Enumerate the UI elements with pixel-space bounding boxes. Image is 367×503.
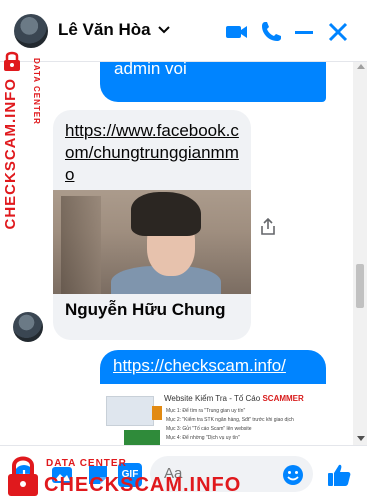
- like-icon[interactable]: [326, 462, 352, 488]
- preview-shield: [124, 430, 160, 445]
- outgoing-link-message[interactable]: https://checkscam.info/ Website Kiểm Tra…: [100, 350, 326, 445]
- watermark-bottom: DATA CENTER CHECKSCAM.INFO: [4, 454, 240, 500]
- lock-icon: [4, 51, 20, 71]
- scrollbar[interactable]: [353, 62, 367, 445]
- shared-profile-link[interactable]: https://www.facebook.com/chungtrunggianm…: [53, 110, 251, 190]
- photo-hair: [131, 192, 201, 236]
- scroll-up-arrow[interactable]: [357, 64, 365, 69]
- watermark-side: CHECKSCAM.INFO: [0, 48, 22, 230]
- share-icon[interactable]: [260, 218, 276, 236]
- photo-background: [61, 196, 101, 294]
- link-preview-image[interactable]: Website Kiểm Tra - Tố Cáo SCAMMER Mục 1:…: [100, 384, 326, 445]
- preview-line: Mục 4: Để nhờng "Dịch vụ uy tín": [166, 435, 240, 441]
- emoji-icon[interactable]: [282, 464, 304, 486]
- scroll-thumb[interactable]: [356, 264, 364, 308]
- checkscam-link[interactable]: https://checkscam.info/: [113, 355, 286, 377]
- close-icon[interactable]: [326, 20, 350, 44]
- message-text: bac gui link may ong admin voi: [114, 62, 187, 78]
- scroll-down-arrow[interactable]: [357, 436, 365, 441]
- outgoing-message[interactable]: bac gui link may ong admin voi: [100, 62, 326, 102]
- chevron-down-icon[interactable]: [157, 23, 171, 37]
- lock-icon: [8, 456, 38, 496]
- watermark-bottom-text: CHECKSCAM.INFO: [44, 474, 242, 496]
- message-list[interactable]: bac gui link may ong admin voi https://w…: [0, 62, 367, 445]
- preview-figure: [152, 406, 162, 420]
- profile-photo[interactable]: [53, 190, 251, 294]
- minimize-icon[interactable]: [292, 20, 316, 44]
- contact-name[interactable]: Lê Văn Hòa: [58, 20, 151, 40]
- preview-monitor: [106, 396, 154, 426]
- watermark-bottom-small: DATA CENTER: [46, 458, 127, 469]
- watermark-side-small: DATA CENTER: [32, 58, 41, 125]
- chat-header: Lê Văn Hòa: [0, 0, 367, 62]
- watermark-side-text: CHECKSCAM.INFO: [2, 78, 19, 230]
- contact-title[interactable]: Lê Văn Hòa: [58, 20, 171, 40]
- shared-profile-card[interactable]: https://www.facebook.com/chungtrunggianm…: [53, 110, 251, 340]
- profile-name: Nguyễn Hữu Chung: [65, 300, 226, 319]
- sender-avatar[interactable]: [13, 312, 43, 342]
- video-call-icon[interactable]: [225, 20, 249, 44]
- contact-avatar[interactable]: [14, 14, 48, 48]
- phone-icon[interactable]: [259, 20, 283, 44]
